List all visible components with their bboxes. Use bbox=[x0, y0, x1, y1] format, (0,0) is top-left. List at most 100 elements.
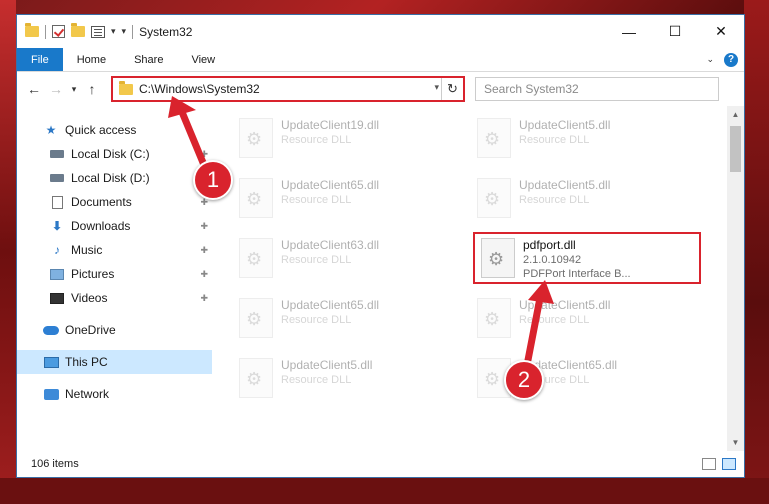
recent-locations-icon[interactable]: ▾ bbox=[67, 84, 81, 95]
sidebar-item-label: Music bbox=[71, 243, 103, 257]
tab-home[interactable]: Home bbox=[63, 48, 120, 71]
dll-file-icon bbox=[239, 118, 273, 158]
main-area: ★ Quick access Local Disk (C:) ✚ Local D… bbox=[17, 106, 744, 451]
document-icon bbox=[49, 195, 65, 209]
details-view-icon[interactable] bbox=[702, 458, 716, 470]
scroll-down-icon[interactable]: ▼ bbox=[727, 434, 744, 451]
file-item[interactable]: UpdateClient5.dll Resource DLL bbox=[471, 294, 699, 346]
file-type: Resource DLL bbox=[519, 314, 590, 326]
sidebar-item-label: Videos bbox=[71, 291, 108, 305]
sidebar-item-videos[interactable]: Videos ✚ bbox=[17, 286, 212, 310]
file-item[interactable]: UpdateClient65.dll Resource DLL bbox=[233, 174, 461, 226]
vertical-scrollbar[interactable]: ▲ ▼ bbox=[727, 106, 744, 451]
file-item[interactable]: UpdateClient63.dll Resource DLL bbox=[233, 234, 461, 286]
sidebar-item-network[interactable]: Network bbox=[17, 382, 212, 406]
star-icon: ★ bbox=[45, 123, 57, 137]
scrollbar-thumb[interactable] bbox=[730, 126, 741, 172]
sidebar-item-quick-access[interactable]: ★ Quick access bbox=[17, 118, 212, 142]
scroll-up-icon[interactable]: ▲ bbox=[727, 106, 744, 123]
folder-icon[interactable] bbox=[25, 23, 39, 37]
file-item[interactable]: UpdateClient19.dll Resource DLL bbox=[233, 114, 461, 166]
navigation-pane: ★ Quick access Local Disk (C:) ✚ Local D… bbox=[17, 106, 213, 451]
help-icon[interactable]: ? bbox=[724, 52, 738, 67]
pin-icon[interactable]: ✚ bbox=[200, 269, 208, 280]
quick-access-toolbar: ▾ ▾ bbox=[17, 23, 134, 39]
pin-dropdown-icon[interactable]: ▾ bbox=[122, 26, 127, 37]
maximize-button[interactable]: ☐ bbox=[652, 15, 698, 48]
file-type: Resource DLL bbox=[281, 374, 352, 386]
properties-check-icon[interactable] bbox=[52, 25, 65, 38]
file-item[interactable]: UpdateClient65.dll Resource DLL bbox=[233, 294, 461, 346]
sidebar-item-onedrive[interactable]: OneDrive bbox=[17, 318, 212, 342]
sidebar-item-pictures[interactable]: Pictures ✚ bbox=[17, 262, 212, 286]
dll-file-icon bbox=[239, 178, 273, 218]
sidebar-item-music[interactable]: ♪ Music ✚ bbox=[17, 238, 212, 262]
tiles-view-icon[interactable] bbox=[722, 458, 736, 470]
dll-file-icon bbox=[239, 238, 273, 278]
dll-file-icon bbox=[477, 298, 511, 338]
sidebar-item-label: This PC bbox=[65, 355, 108, 369]
step-1-badge: 1 bbox=[193, 160, 233, 200]
pin-icon[interactable]: ✚ bbox=[200, 245, 208, 256]
sidebar-item-downloads[interactable]: ⬇ Downloads ✚ bbox=[17, 214, 212, 238]
file-type: Resource DLL bbox=[281, 314, 352, 326]
forward-button[interactable]: → bbox=[45, 81, 67, 97]
dll-file-icon bbox=[477, 178, 511, 218]
file-list: UpdateClient19.dll Resource DLL UpdateCl… bbox=[213, 106, 744, 451]
title-bar: ▾ ▾ System32 — ☐ ✕ bbox=[17, 15, 744, 48]
back-button[interactable]: ← bbox=[23, 81, 45, 97]
file-item[interactable]: UpdateClient5.dll Resource DLL bbox=[233, 354, 461, 406]
properties-icon[interactable] bbox=[91, 25, 105, 38]
sidebar-item-documents[interactable]: Documents ✚ bbox=[17, 190, 212, 214]
tab-share[interactable]: Share bbox=[120, 48, 177, 71]
customize-dropdown-icon[interactable]: ▾ bbox=[111, 26, 116, 37]
file-name: UpdateClient65.dll bbox=[281, 298, 380, 312]
music-icon: ♪ bbox=[54, 243, 60, 257]
file-item[interactable]: UpdateClient5.dll Resource DLL bbox=[471, 114, 699, 166]
pin-icon[interactable]: ✚ bbox=[200, 293, 208, 304]
divider bbox=[132, 24, 134, 39]
file-type: Resource DLL bbox=[519, 134, 590, 146]
file-name: UpdateClient63.dll bbox=[281, 238, 380, 252]
window-title: System32 bbox=[139, 24, 193, 39]
search-placeholder: Search System32 bbox=[484, 82, 579, 96]
computer-icon bbox=[43, 355, 59, 369]
address-bar[interactable]: C:\Windows\System32 ▾ ↻ bbox=[111, 76, 465, 102]
window-controls: — ☐ ✕ bbox=[606, 15, 744, 48]
search-input[interactable]: Search System32 bbox=[475, 77, 719, 101]
dll-file-icon bbox=[477, 118, 511, 158]
file-name: pdfport.dll bbox=[523, 238, 576, 252]
drive-icon bbox=[49, 171, 65, 185]
pin-icon[interactable]: ✚ bbox=[200, 149, 208, 160]
tab-view[interactable]: View bbox=[177, 48, 229, 71]
close-button[interactable]: ✕ bbox=[698, 15, 744, 48]
sidebar-item-local-disk-c[interactable]: Local Disk (C:) ✚ bbox=[17, 142, 212, 166]
file-version: 2.1.0.10942 bbox=[523, 254, 582, 266]
divider bbox=[45, 24, 46, 39]
file-name: UpdateClient5.dll bbox=[519, 178, 611, 192]
address-dropdown-icon[interactable]: ▾ bbox=[434, 82, 439, 93]
address-path: C:\Windows\System32 bbox=[139, 82, 260, 96]
cloud-icon bbox=[43, 323, 59, 337]
file-item-pdfport[interactable]: pdfport.dll 2.1.0.10942 PDFPort Interfac… bbox=[473, 232, 701, 284]
sidebar-item-label: Network bbox=[65, 387, 110, 401]
refresh-icon[interactable]: ↻ bbox=[441, 78, 463, 100]
dll-file-icon bbox=[481, 238, 515, 278]
sidebar-item-label: OneDrive bbox=[65, 323, 116, 337]
pictures-icon bbox=[49, 267, 65, 281]
status-bar: 106 items bbox=[17, 451, 744, 477]
tab-file[interactable]: File bbox=[17, 48, 63, 71]
view-switcher bbox=[702, 458, 744, 470]
desktop-background-left bbox=[0, 0, 16, 504]
sidebar-item-label: Quick access bbox=[65, 123, 137, 137]
up-button[interactable]: ↑ bbox=[81, 81, 103, 97]
minimize-button[interactable]: — bbox=[606, 15, 652, 48]
pin-icon[interactable]: ✚ bbox=[200, 221, 208, 232]
new-folder-icon[interactable] bbox=[71, 23, 85, 37]
expand-ribbon-icon[interactable]: ⌄ bbox=[706, 54, 714, 65]
sidebar-item-local-disk-d[interactable]: Local Disk (D:) bbox=[17, 166, 212, 190]
sidebar-item-label: Local Disk (D:) bbox=[71, 171, 150, 185]
file-item[interactable]: UpdateClient5.dll Resource DLL bbox=[471, 174, 699, 226]
file-type: Resource DLL bbox=[281, 254, 352, 266]
sidebar-item-this-pc[interactable]: This PC bbox=[17, 350, 212, 374]
